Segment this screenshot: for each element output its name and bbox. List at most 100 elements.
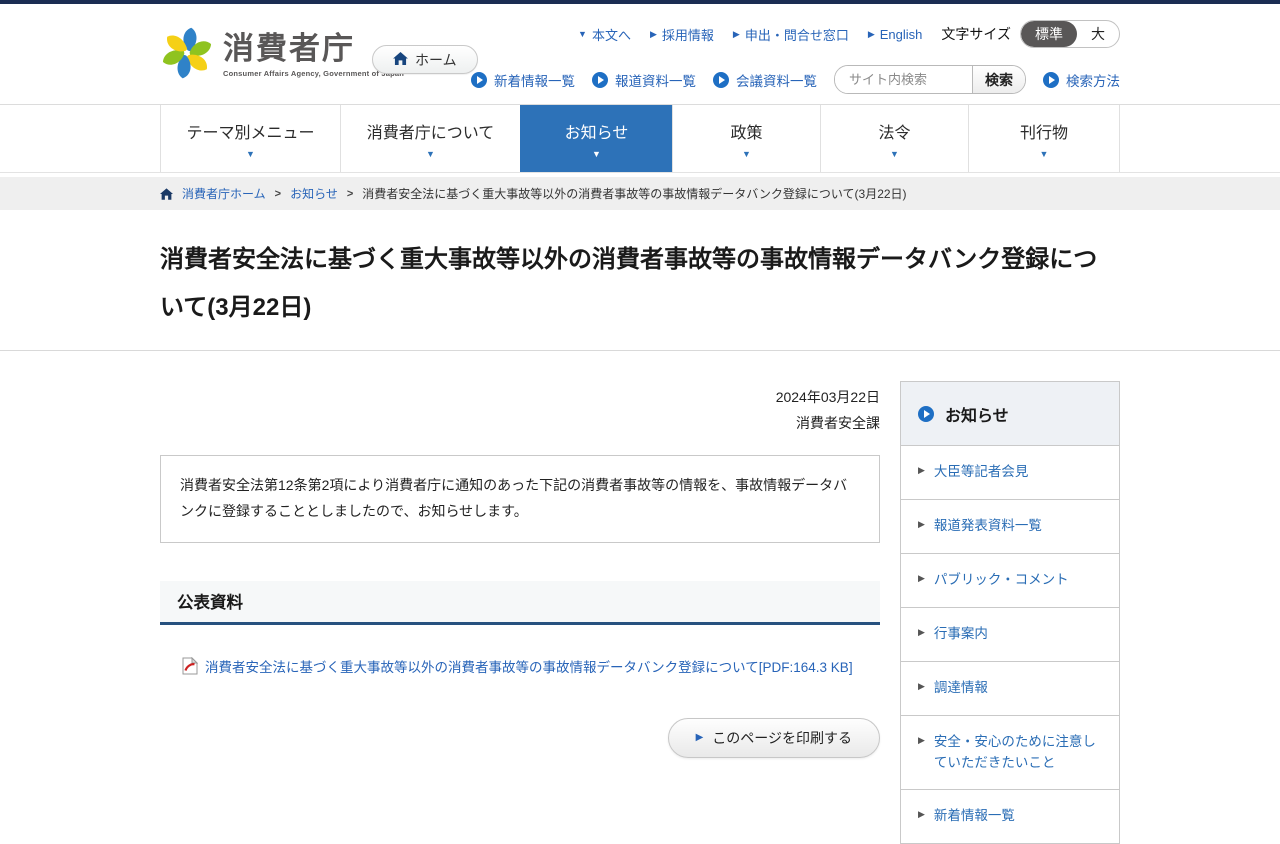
font-size-large-button[interactable]: 大 (1077, 21, 1119, 47)
triangle-right-icon: ▶ (918, 810, 925, 819)
pdf-link-row: 消費者安全法に基づく重大事故等以外の消費者事故等の事故情報データバンク登録につい… (160, 656, 880, 676)
nav-item-publications[interactable]: 刊行物 ▼ (968, 105, 1120, 172)
sidebar-item-new-info-list[interactable]: ▶ 新着情報一覧 (901, 790, 1119, 843)
play-circle-icon (592, 72, 608, 88)
main-content: 2024年03月22日 消費者安全課 消費者安全法第12条第2項により消費者庁に… (160, 351, 880, 758)
sidebar-item-press-releases[interactable]: ▶ 報道発表資料一覧 (901, 500, 1119, 554)
sidebar-item-procurement[interactable]: ▶ 調達情報 (901, 662, 1119, 716)
sidebar-item-label: 安全・安心のために注意していただきたいこと (934, 732, 1107, 774)
chevron-down-icon: ▼ (592, 150, 601, 159)
sidebar-item-label: 行事案内 (934, 624, 988, 645)
sidebar-item-label: 調達情報 (934, 678, 988, 699)
triangle-right-icon: ▶ (918, 574, 925, 583)
recruitment-link[interactable]: ▶ 採用情報 (650, 25, 714, 44)
font-size-label: 文字サイズ (941, 24, 1011, 44)
triangle-right-icon: ▶ (918, 682, 925, 691)
skip-to-content-link[interactable]: ▼ 本文へ (578, 25, 631, 44)
nav-item-label: 政策 (730, 119, 762, 143)
site-header: 消費者庁 Consumer Affairs Agency, Government… (0, 4, 1280, 104)
breadcrumb-news-link[interactable]: お知らせ (290, 185, 338, 202)
quick-links-row: 新着情報一覧 報道資料一覧 会議資料一覧 検索 検索方法 (471, 65, 1120, 94)
font-size-standard-button[interactable]: 標準 (1021, 21, 1077, 47)
search-help-link[interactable]: 検索方法 (1043, 70, 1120, 90)
published-materials-heading: 公表資料 (160, 581, 880, 625)
agency-logo[interactable]: 消費者庁 Consumer Affairs Agency, Government… (160, 24, 404, 82)
home-button-label: ホーム (415, 50, 457, 70)
triangle-right-icon: ▶ (918, 628, 925, 637)
sidebar-item-events[interactable]: ▶ 行事案内 (901, 608, 1119, 662)
play-circle-icon (471, 72, 487, 88)
home-icon (393, 52, 408, 68)
sidebar-item-label: パブリック・コメント (934, 570, 1069, 591)
triangle-right-icon: ▶ (918, 466, 925, 475)
nav-item-about-caa[interactable]: 消費者庁について ▼ (340, 105, 520, 172)
nav-item-label: お知らせ (565, 119, 629, 143)
nav-item-label: テーマ別メニュー (186, 119, 314, 143)
home-button[interactable]: ホーム (372, 45, 478, 74)
triangle-right-icon: ▶ (733, 30, 740, 39)
sidebar-item-label: 報道発表資料一覧 (934, 516, 1042, 537)
quick-link-label: 検索方法 (1066, 70, 1120, 90)
chevron-down-icon: ▼ (426, 150, 435, 159)
font-size-toggle: 標準 大 (1020, 20, 1120, 48)
chevron-down-icon: ▼ (890, 150, 899, 159)
breadcrumb-home-link[interactable]: 消費者庁ホーム (182, 185, 266, 202)
home-icon (160, 188, 173, 200)
play-circle-icon (1043, 72, 1059, 88)
inquiry-link[interactable]: ▶ 申出・問合せ窓口 (733, 25, 849, 44)
page-title: 消費者安全法に基づく重大事故等以外の消費者事故等の事故情報データバンク登録につい… (160, 236, 1120, 332)
pinwheel-logo-icon (160, 24, 214, 82)
page-title-section: 消費者安全法に基づく重大事故等以外の消費者事故等の事故情報データバンク登録につい… (160, 210, 1120, 350)
triangle-right-icon: ▶ (918, 520, 925, 529)
department-name: 消費者安全課 (160, 411, 880, 437)
new-info-list-link[interactable]: 新着情報一覧 (471, 70, 575, 90)
print-page-button[interactable]: ▶ このページを印刷する (668, 718, 880, 758)
publish-date: 2024年03月22日 (160, 385, 880, 411)
breadcrumb-current-page: 消費者安全法に基づく重大事故等以外の消費者事故等の事故情報データバンク登録につい… (362, 185, 906, 202)
nav-item-laws[interactable]: 法令 ▼ (820, 105, 968, 172)
chevron-down-icon: ▼ (742, 150, 751, 159)
english-link[interactable]: ▶ English (868, 27, 923, 42)
search-button[interactable]: 検索 (972, 66, 1025, 93)
main-navigation: テーマ別メニュー ▼ 消費者庁について ▼ お知らせ ▼ 政策 ▼ 法令 ▼ 刊… (0, 104, 1280, 173)
nav-item-label: 刊行物 (1020, 119, 1068, 143)
nav-item-policy[interactable]: 政策 ▼ (672, 105, 820, 172)
sidebar-item-press-conference[interactable]: ▶ 大臣等記者会見 (901, 446, 1119, 500)
sidebar-item-public-comment[interactable]: ▶ パブリック・コメント (901, 554, 1119, 608)
triangle-right-icon: ▶ (650, 30, 657, 39)
sidebar-title: お知らせ (945, 402, 1009, 426)
nav-item-label: 消費者庁について (367, 119, 495, 143)
announcement-text: 消費者安全法第12条第2項により消費者庁に通知のあった下記の消費者事故等の情報を… (180, 477, 847, 519)
utility-link-label: 申出・問合せ窓口 (745, 25, 849, 44)
nav-item-theme-menu[interactable]: テーマ別メニュー ▼ (160, 105, 340, 172)
sidebar-item-label: 新着情報一覧 (934, 806, 1015, 827)
sidebar-header: お知らせ (901, 382, 1119, 446)
quick-link-label: 会議資料一覧 (736, 70, 817, 90)
play-circle-icon (713, 72, 729, 88)
meeting-materials-link[interactable]: 会議資料一覧 (713, 70, 817, 90)
breadcrumb-separator: > (347, 188, 353, 200)
press-materials-link[interactable]: 報道資料一覧 (592, 70, 696, 90)
triangle-right-icon: ▶ (868, 30, 875, 39)
pdf-download-link[interactable]: 消費者安全法に基づく重大事故等以外の消費者事故等の事故情報データバンク登録につい… (205, 656, 853, 676)
nav-item-label: 法令 (878, 119, 910, 143)
chevron-down-icon: ▼ (246, 150, 255, 159)
search-input[interactable] (835, 66, 972, 93)
quick-link-label: 新着情報一覧 (494, 70, 575, 90)
site-search: 検索 (834, 65, 1026, 94)
section-heading-label: 公表資料 (177, 589, 243, 613)
sidebar-item-safety-notices[interactable]: ▶ 安全・安心のために注意していただきたいこと (901, 716, 1119, 791)
breadcrumb-separator: > (275, 188, 281, 200)
triangle-right-icon: ▶ (918, 736, 925, 745)
triangle-down-icon: ▼ (578, 30, 587, 39)
sidebar-item-label: 大臣等記者会見 (934, 462, 1029, 483)
utility-link-label: 採用情報 (662, 25, 714, 44)
pdf-file-icon (182, 657, 198, 675)
utility-nav: ▼ 本文へ ▶ 採用情報 ▶ 申出・問合せ窓口 ▶ English 文字サイズ … (578, 20, 1120, 48)
breadcrumb: 消費者庁ホーム > お知らせ > 消費者安全法に基づく重大事故等以外の消費者事故… (0, 177, 1280, 210)
quick-link-label: 報道資料一覧 (615, 70, 696, 90)
announcement-body-box: 消費者安全法第12条第2項により消費者庁に通知のあった下記の消費者事故等の情報を… (160, 455, 880, 543)
nav-item-news[interactable]: お知らせ ▼ (520, 105, 672, 172)
utility-link-label: English (880, 27, 923, 42)
utility-link-label: 本文へ (592, 25, 631, 44)
